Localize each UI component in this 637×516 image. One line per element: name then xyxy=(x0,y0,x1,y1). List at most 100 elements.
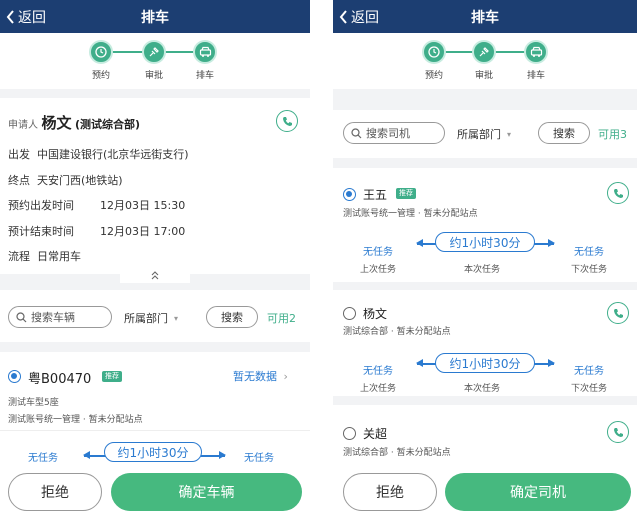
recommend-badge: 推荐 xyxy=(396,188,416,199)
end-value: 12月03日 17:00 xyxy=(100,225,186,238)
call-driver-button[interactable] xyxy=(607,302,629,324)
available-count: 可用2 xyxy=(267,312,296,325)
collapse-toggle[interactable] xyxy=(120,267,190,283)
back-button[interactable]: 返回 xyxy=(339,0,379,33)
back-label: 返回 xyxy=(351,9,379,26)
driver-radio[interactable] xyxy=(343,188,356,201)
driver-item[interactable]: 王五 推荐 测试账号统一管理 · 暂未分配站点 无任务 上次任务 约1小时30分… xyxy=(333,168,637,282)
step-dispatch: 排车 xyxy=(190,40,220,81)
step-label: 预约 xyxy=(424,71,443,81)
driver-name: 王五 xyxy=(363,188,388,202)
end-row: 预计结束时间 12月03日 17:00 xyxy=(8,223,185,239)
start-row: 预约出发时间 12月03日 15:30 xyxy=(8,197,185,213)
page-title: 排车 xyxy=(471,9,499,26)
phone-icon xyxy=(613,427,623,437)
driver-radio[interactable] xyxy=(343,427,356,440)
approve-icon xyxy=(472,40,496,64)
dest-label: 终点 xyxy=(8,174,30,187)
no-data-label: 暂无数据 xyxy=(233,370,277,383)
arrow-left xyxy=(416,360,437,366)
vehicle-radio[interactable] xyxy=(8,370,21,383)
arrow-right xyxy=(534,240,555,246)
step-label: 排车 xyxy=(195,71,214,81)
call-driver-button[interactable] xyxy=(607,421,629,443)
end-label: 预计结束时间 xyxy=(8,225,74,238)
search-icon xyxy=(351,127,362,138)
dept-filter-label: 所属部门 xyxy=(124,312,168,325)
flow-value: 日常用车 xyxy=(37,250,81,263)
confirm-driver-button[interactable]: 确定司机 xyxy=(445,473,631,511)
reject-button[interactable]: 拒绝 xyxy=(8,473,102,511)
confirm-vehicle-button[interactable]: 确定车辆 xyxy=(111,473,302,511)
call-driver-button[interactable] xyxy=(607,182,629,204)
current-task-label: 本次任务 xyxy=(464,265,501,275)
dest-row: 终点 天安门西(地铁站) xyxy=(8,172,123,188)
flow-label: 流程 xyxy=(8,250,30,263)
vehicle-model: 测试车型5座 xyxy=(8,398,59,408)
applicant-prefix: 申请人 xyxy=(8,120,38,131)
search-icon xyxy=(16,311,27,322)
flow-row: 流程 日常用车 xyxy=(8,248,81,264)
driver-radio[interactable] xyxy=(343,307,356,320)
call-applicant-button[interactable] xyxy=(276,110,298,132)
available-count: 可用3 xyxy=(598,128,627,141)
driver-name: 杨文 xyxy=(363,307,388,321)
clock-icon xyxy=(89,40,113,64)
action-bar: 拒绝 确定司机 xyxy=(333,466,637,516)
arrow-left xyxy=(416,240,437,246)
next-task-label: 下次任务 xyxy=(571,265,608,275)
dept-filter[interactable]: 所属部门 ▾ xyxy=(124,310,178,326)
prev-task: 无任务 xyxy=(363,366,393,377)
depart-value: 中国建设银行(北京华远街支行) xyxy=(37,148,189,161)
driver-name: 关超 xyxy=(363,427,388,441)
arrow-right xyxy=(201,452,226,458)
next-task: 无任务 xyxy=(574,366,604,377)
search-button[interactable]: 搜索 xyxy=(538,122,590,144)
back-button[interactable]: 返回 xyxy=(6,0,46,33)
phone-icon xyxy=(282,116,292,126)
back-chevron-icon xyxy=(6,9,14,24)
depart-row: 出发 中国建设银行(北京华远街支行) xyxy=(8,146,189,162)
applicant-card: 申请人 杨文 (测试综合部) 出发 中国建设银行(北京华远街支行) 终点 天安门… xyxy=(0,98,310,274)
search-placeholder: 搜索车辆 xyxy=(31,311,75,324)
action-bar: 拒绝 确定车辆 xyxy=(0,466,310,516)
vehicle-search-card: 搜索车辆 所属部门 ▾ 搜索 可用2 xyxy=(0,290,310,342)
step-reserve: 预约 xyxy=(419,40,449,81)
next-task-label: 下次任务 xyxy=(571,384,608,394)
step-approve: 审批 xyxy=(139,40,169,81)
duration-pill: 约1小时30分 xyxy=(435,353,535,373)
vehicle-search-input[interactable]: 搜索车辆 xyxy=(8,306,112,328)
left-screen: 返回 排车 预约 审批 排车 申请人 杨文 (测试综合部) 出发 中国建设银行(… xyxy=(0,0,310,516)
arrow-right xyxy=(534,360,555,366)
step-label: 排车 xyxy=(526,71,545,81)
progress-steps: 预约 审批 排车 xyxy=(333,33,637,89)
reject-button[interactable]: 拒绝 xyxy=(343,473,437,511)
dropdown-icon: ▾ xyxy=(174,313,179,323)
vehicle-plate: 粤B00470 xyxy=(28,372,92,387)
start-label: 预约出发时间 xyxy=(8,199,74,212)
nav-bar: 返回 排车 xyxy=(0,0,310,33)
right-screen: 返回 排车 预约 审批 排车 搜索司机 所属部门 ▾ 搜索 可用3 王五 推荐 … xyxy=(333,0,637,516)
vehicle-owner: 测试账号统一管理 · 暂未分配站点 xyxy=(8,415,143,425)
no-data-link[interactable]: 暂无数据 › xyxy=(233,368,288,384)
step-reserve: 预约 xyxy=(86,40,116,81)
driver-info: 测试账号统一管理 · 暂未分配站点 xyxy=(343,209,478,219)
step-label: 审批 xyxy=(474,71,493,81)
step-label: 预约 xyxy=(91,71,110,81)
next-task: 无任务 xyxy=(244,453,274,464)
dept-filter-label: 所属部门 xyxy=(457,128,501,141)
driver-search-input[interactable]: 搜索司机 xyxy=(343,122,445,144)
chevron-right-icon: › xyxy=(283,370,288,383)
dept-filter[interactable]: 所属部门 ▾ xyxy=(457,126,511,142)
prev-task-label: 上次任务 xyxy=(360,384,397,394)
depart-label: 出发 xyxy=(8,148,30,161)
vehicle-item[interactable]: 粤B00470 推荐 暂无数据 › 测试车型5座 测试账号统一管理 · 暂未分配… xyxy=(0,352,310,472)
car-icon xyxy=(193,40,217,64)
next-task: 无任务 xyxy=(574,247,604,258)
search-button[interactable]: 搜索 xyxy=(206,306,258,328)
step-dispatch: 排车 xyxy=(521,40,551,81)
approve-icon xyxy=(142,40,166,64)
driver-item[interactable]: 杨文 测试综合部 · 暂未分配站点 无任务 上次任务 约1小时30分 本次任务 … xyxy=(333,290,637,396)
recommend-badge: 推荐 xyxy=(102,371,122,382)
driver-item[interactable]: 关超 测试综合部 · 暂未分配站点 xyxy=(333,405,637,475)
